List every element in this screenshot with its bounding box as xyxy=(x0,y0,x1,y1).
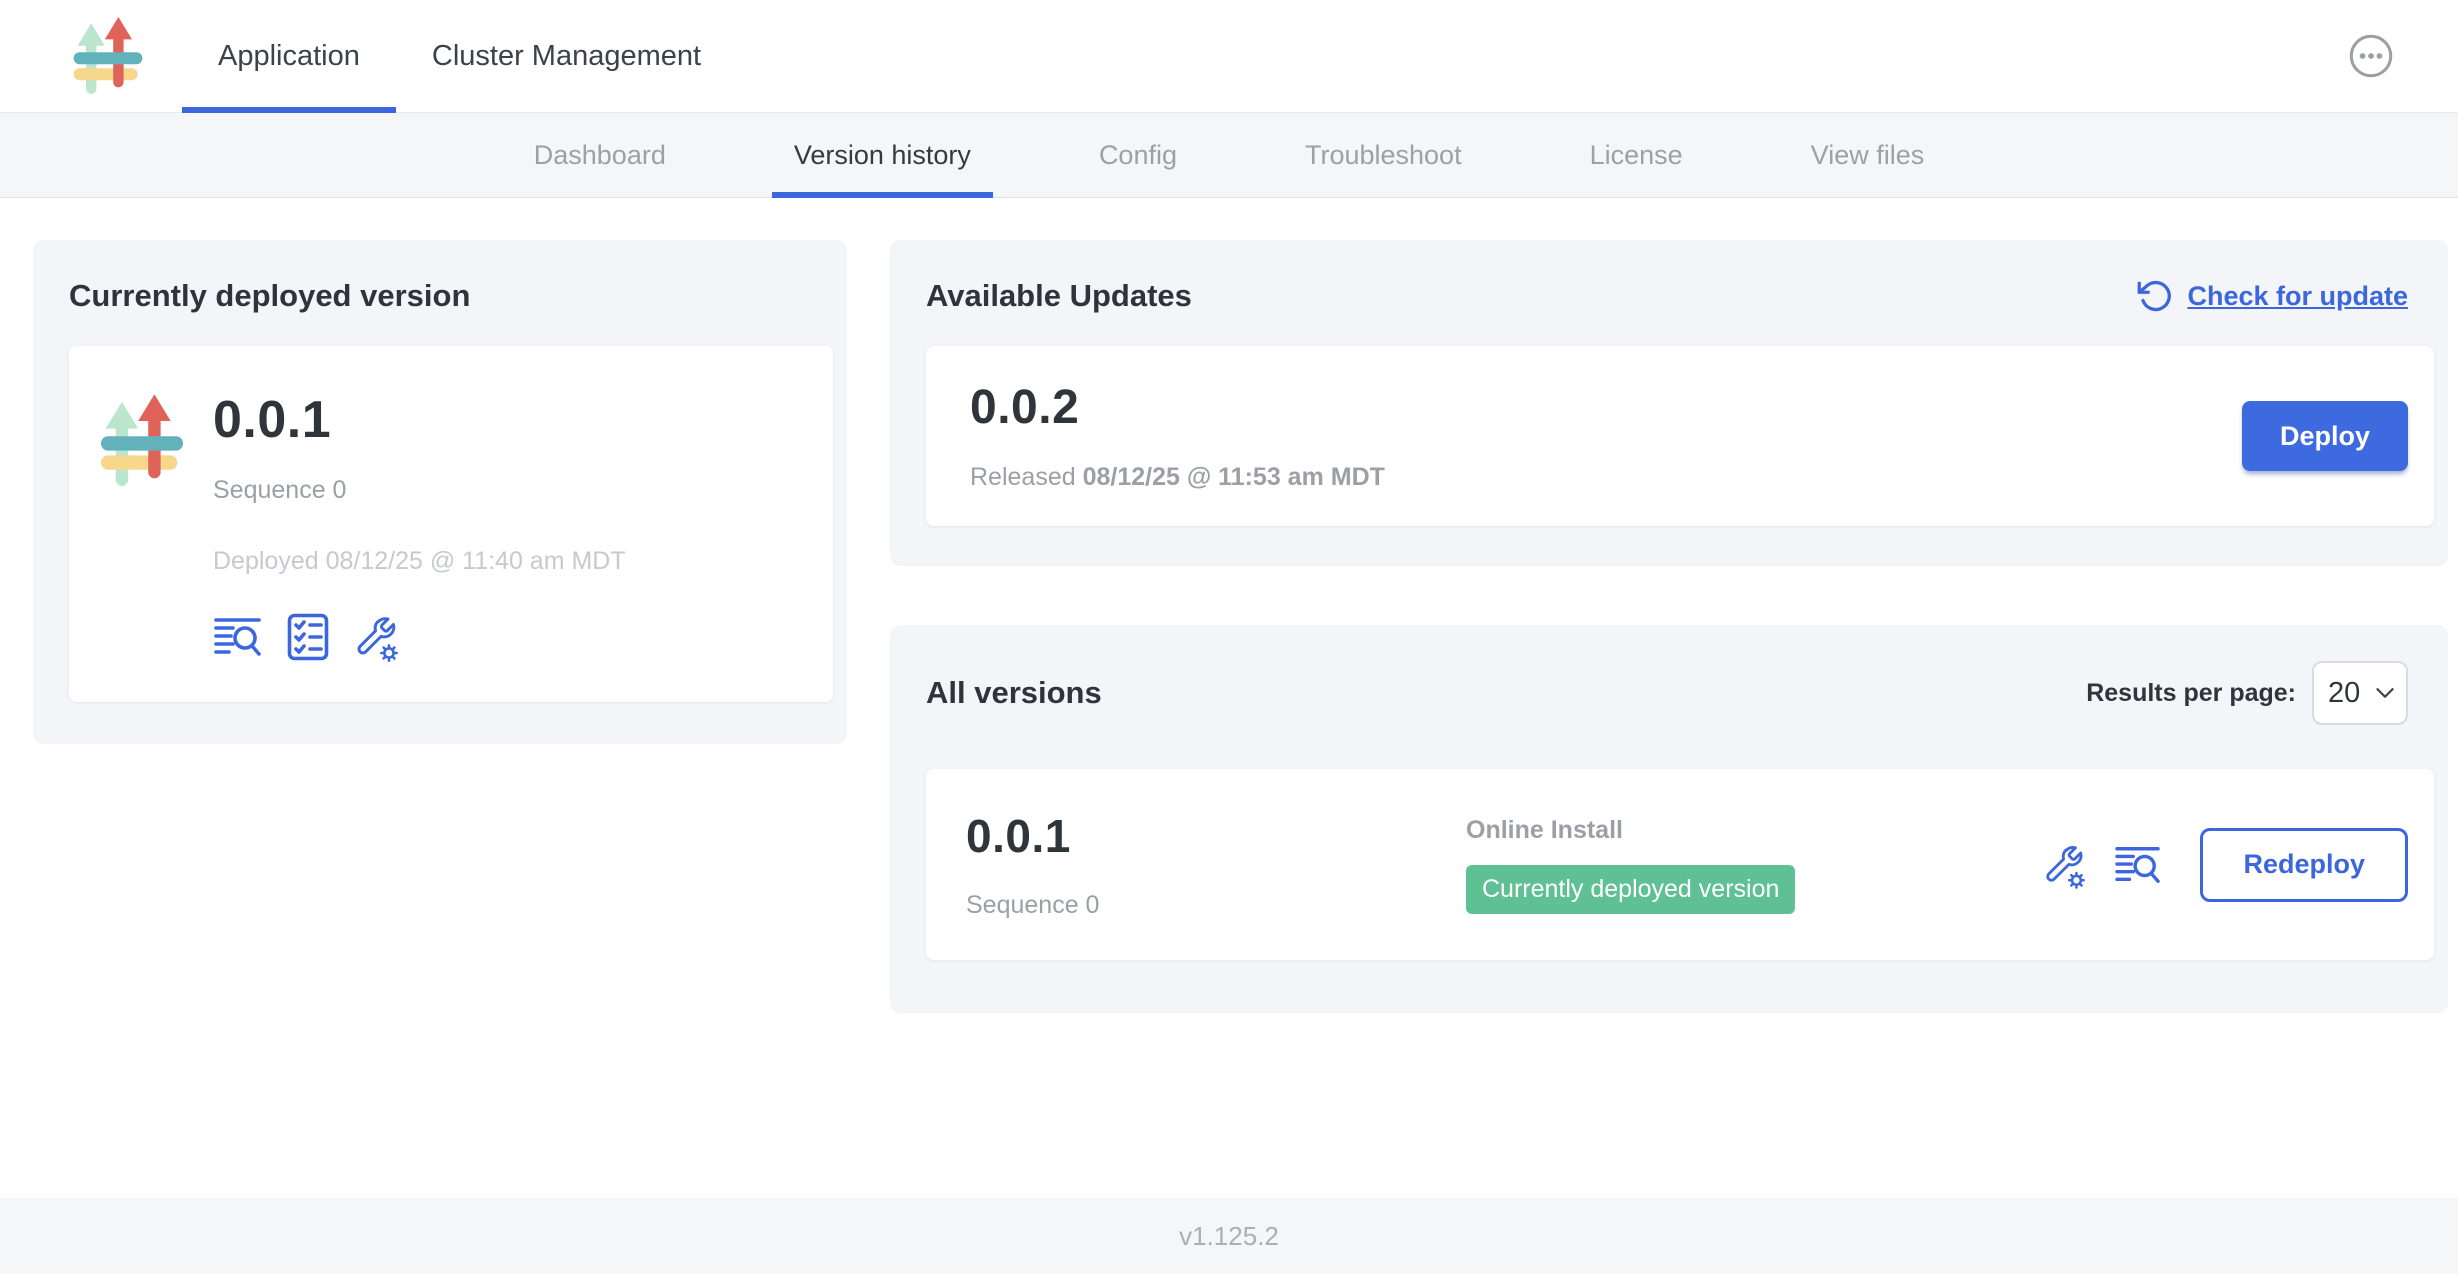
deploy-button[interactable]: Deploy xyxy=(2242,401,2408,471)
version-row: 0.0.1 Sequence 0 Online Install Currentl… xyxy=(926,769,2434,960)
row-version-sequence: Sequence 0 xyxy=(966,891,1466,920)
results-per-page-label: Results per page: xyxy=(2086,679,2296,708)
console-version: v1.125.2 xyxy=(1179,1221,1279,1252)
current-version-card: 0.0.1 Sequence 0 Deployed 08/12/25 @ 11:… xyxy=(69,346,833,702)
config-wrench-gear-icon[interactable] xyxy=(353,612,399,662)
current-version-sequence: Sequence 0 xyxy=(213,476,626,505)
subtab-config[interactable]: Config xyxy=(1077,113,1199,197)
install-type-label: Online Install xyxy=(1466,816,2042,845)
preflight-checks-icon[interactable] xyxy=(287,613,329,661)
subtab-troubleshoot[interactable]: Troubleshoot xyxy=(1283,113,1484,197)
all-versions-section: All versions Results per page: 20 0.0.1 … xyxy=(890,625,2448,1013)
release-notes-icon[interactable] xyxy=(213,615,263,659)
currently-deployed-badge: Currently deployed version xyxy=(1466,865,1795,914)
current-version-deployed-timestamp: Deployed 08/12/25 @ 11:40 am MDT xyxy=(213,547,626,576)
top-nav: Application Cluster Management xyxy=(0,0,2458,113)
available-updates-title: Available Updates xyxy=(926,278,1192,314)
subtab-view-files[interactable]: View files xyxy=(1789,113,1947,197)
subtab-license[interactable]: License xyxy=(1568,113,1705,197)
app-logo-icon xyxy=(72,16,144,112)
app-logo-icon xyxy=(99,394,185,662)
all-versions-title: All versions xyxy=(926,675,1102,711)
currently-deployed-section: Currently deployed version 0.0.1 Sequenc… xyxy=(33,240,847,744)
tab-application[interactable]: Application xyxy=(182,0,396,112)
row-version-number: 0.0.1 xyxy=(966,809,1466,863)
config-wrench-gear-icon[interactable] xyxy=(2042,841,2086,889)
subtab-dashboard[interactable]: Dashboard xyxy=(512,113,688,197)
tab-cluster-management[interactable]: Cluster Management xyxy=(396,0,737,112)
ellipsis-circle-icon xyxy=(2348,33,2394,79)
redeploy-button[interactable]: Redeploy xyxy=(2200,828,2408,902)
rotate-ccw-icon xyxy=(2137,278,2173,314)
current-version-number: 0.0.1 xyxy=(213,390,626,450)
chevron-down-icon xyxy=(2376,688,2394,698)
available-updates-section: Available Updates Check for update 0.0.2… xyxy=(890,240,2448,566)
subtab-version-history[interactable]: Version history xyxy=(772,113,993,197)
overflow-menu-button[interactable] xyxy=(2348,33,2394,79)
check-for-update-link[interactable]: Check for update xyxy=(2137,278,2408,314)
app-footer: v1.125.2 xyxy=(0,1198,2458,1274)
update-released-timestamp: Released 08/12/25 @ 11:53 am MDT xyxy=(970,463,1385,492)
app-subnav: Dashboard Version history Config Trouble… xyxy=(0,113,2458,198)
results-per-page-select[interactable]: 20 xyxy=(2312,661,2408,725)
available-update-card: 0.0.2 Released 08/12/25 @ 11:53 am MDT D… xyxy=(926,346,2434,526)
update-version-number: 0.0.2 xyxy=(970,380,1385,435)
main-content: Currently deployed version 0.0.1 Sequenc… xyxy=(0,198,2458,1198)
currently-deployed-title: Currently deployed version xyxy=(69,278,833,314)
release-notes-icon[interactable] xyxy=(2114,844,2162,886)
app-tabs: Application Cluster Management xyxy=(182,0,737,112)
